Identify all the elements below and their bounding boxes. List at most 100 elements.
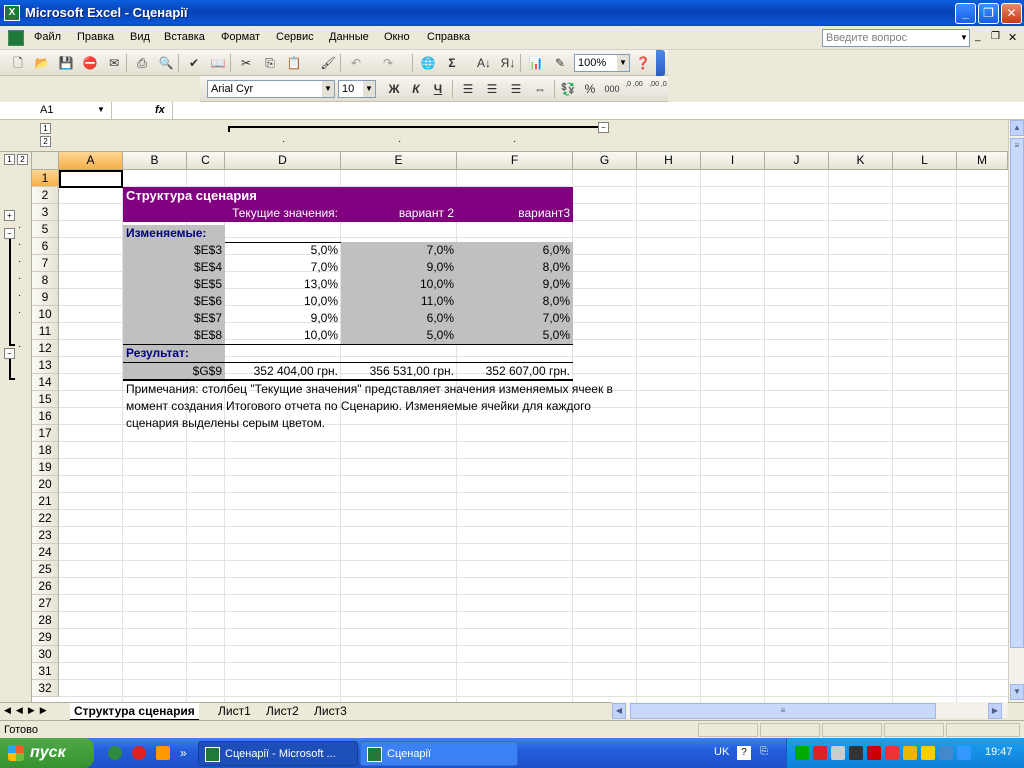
column-header-a[interactable]: A xyxy=(59,152,123,170)
research-icon[interactable]: 📖 xyxy=(208,54,228,72)
autosum-icon[interactable]: Σ xyxy=(442,54,462,72)
row-header-24[interactable]: 24 xyxy=(32,544,59,561)
formula-input[interactable] xyxy=(172,102,1024,120)
menu-format[interactable]: Формат xyxy=(221,31,260,43)
column-header-l[interactable]: L xyxy=(893,152,957,170)
paste-icon[interactable]: 📋 xyxy=(284,54,304,72)
column-header-i[interactable]: I xyxy=(701,152,765,170)
row-header-12[interactable]: 12 xyxy=(32,340,59,357)
email-icon[interactable]: ✉ xyxy=(104,54,124,72)
menu-help[interactable]: Справка xyxy=(427,31,470,43)
copy-icon[interactable]: ⎘ xyxy=(260,54,280,72)
scroll-left-icon[interactable]: ◀ xyxy=(612,703,626,719)
column-header-m[interactable]: M xyxy=(957,152,1008,170)
restore-button[interactable]: ❐ xyxy=(978,3,999,24)
tray-icon[interactable] xyxy=(903,746,917,760)
row-header-8[interactable]: 8 xyxy=(32,272,59,289)
menu-edit[interactable]: Правка xyxy=(77,31,114,43)
language-indicator[interactable]: UK xyxy=(714,746,729,758)
spelling-icon[interactable]: ✔ xyxy=(184,54,204,72)
col-collapse-button[interactable]: − xyxy=(598,122,609,133)
format-painter-icon[interactable]: 🖌 xyxy=(318,54,338,72)
row-header-2[interactable]: 2 xyxy=(32,187,59,204)
row-expand-button[interactable]: + xyxy=(4,210,15,221)
quicklaunch-icon[interactable] xyxy=(156,746,170,760)
select-all-corner[interactable] xyxy=(32,152,59,170)
row-header-30[interactable]: 30 xyxy=(32,646,59,663)
row-header-21[interactable]: 21 xyxy=(32,493,59,510)
row-header-10[interactable]: 10 xyxy=(32,306,59,323)
doc-close-icon[interactable]: ✕ xyxy=(1008,31,1017,44)
column-header-j[interactable]: J xyxy=(765,152,829,170)
scroll-thumb[interactable]: ≡ xyxy=(1010,138,1024,648)
help-icon[interactable]: ❓ xyxy=(633,54,653,72)
tray-icon[interactable] xyxy=(831,746,845,760)
column-header-e[interactable]: E xyxy=(341,152,457,170)
ask-dropdown-icon[interactable]: ▼ xyxy=(958,30,970,46)
italic-button[interactable]: К xyxy=(406,80,426,98)
underline-button[interactable]: Ч xyxy=(428,80,448,98)
column-header-h[interactable]: H xyxy=(637,152,701,170)
quicklaunch-icon[interactable] xyxy=(132,746,146,760)
help-icon[interactable]: ? xyxy=(737,746,751,760)
bold-button[interactable]: Ж xyxy=(384,80,404,98)
merge-center-icon[interactable]: ⇔ xyxy=(530,80,550,98)
vertical-scrollbar[interactable]: ▲ ≡ ▼ xyxy=(1008,120,1024,702)
row-collapse-button[interactable]: − xyxy=(4,228,15,239)
tab-sheet3[interactable]: Лист3 xyxy=(310,703,351,720)
thousands-button[interactable]: 000 xyxy=(602,80,622,98)
scroll-up-icon[interactable]: ▲ xyxy=(1010,120,1024,136)
menu-file[interactable]: Файл xyxy=(34,31,61,43)
insert-function-icon[interactable]: fx xyxy=(155,104,165,116)
quicklaunch-icon[interactable]: ⎘ xyxy=(760,746,774,760)
font-dropdown-icon[interactable]: ▼ xyxy=(322,81,334,97)
start-button[interactable]: пуск xyxy=(0,738,94,768)
row-header-17[interactable]: 17 xyxy=(32,425,59,442)
minimize-button[interactable]: _ xyxy=(955,3,976,24)
row-header-16[interactable]: 16 xyxy=(32,408,59,425)
zoom-combo[interactable]: 100% ▼ xyxy=(574,54,630,72)
row-header-3[interactable]: 3 xyxy=(32,204,59,221)
tray-icon[interactable] xyxy=(813,746,827,760)
font-size-combo[interactable]: 10 ▼ xyxy=(338,80,376,98)
column-header-d[interactable]: D xyxy=(225,152,341,170)
row-header-20[interactable]: 20 xyxy=(32,476,59,493)
undo-icon[interactable]: ↶ xyxy=(346,54,366,72)
row-collapse-button[interactable]: − xyxy=(4,348,15,359)
cut-icon[interactable]: ✂ xyxy=(236,54,256,72)
sort-descending-icon[interactable]: Я↓ xyxy=(498,54,518,72)
percent-button[interactable]: % xyxy=(580,80,600,98)
row-header-15[interactable]: 15 xyxy=(32,391,59,408)
col-outline-level-1[interactable]: 1 xyxy=(40,123,51,134)
ask-question-input[interactable]: Введите вопрос xyxy=(822,29,970,47)
align-right-icon[interactable]: ☰ xyxy=(506,80,526,98)
quicklaunch-more-icon[interactable]: » xyxy=(180,746,187,760)
menu-data[interactable]: Данные xyxy=(329,31,369,43)
row-header-26[interactable]: 26 xyxy=(32,578,59,595)
excel-icon[interactable]: X xyxy=(4,5,20,21)
tray-icon[interactable] xyxy=(957,746,971,760)
column-header-f[interactable]: F xyxy=(457,152,573,170)
scroll-right-icon[interactable]: ▶ xyxy=(988,703,1002,719)
align-left-icon[interactable]: ☰ xyxy=(458,80,478,98)
tab-scroll-icons[interactable]: ◀◀▶▶ xyxy=(4,705,52,716)
column-header-c[interactable]: C xyxy=(187,152,225,170)
column-header-g[interactable]: G xyxy=(573,152,637,170)
name-box[interactable]: A1 xyxy=(0,102,112,120)
menu-window[interactable]: Окно xyxy=(384,31,410,43)
volume-icon[interactable] xyxy=(849,746,863,760)
column-header-k[interactable]: K xyxy=(829,152,893,170)
row-header-19[interactable]: 19 xyxy=(32,459,59,476)
toolbar-options-icon[interactable] xyxy=(656,50,665,76)
permission-icon[interactable]: ⛔ xyxy=(80,54,100,72)
align-center-icon[interactable]: ☰ xyxy=(482,80,502,98)
task-scenario-window[interactable]: Сценарії xyxy=(360,741,518,766)
row-header-13[interactable]: 13 xyxy=(32,357,59,374)
clock[interactable]: 19:47 xyxy=(985,746,1013,758)
row-header-18[interactable]: 18 xyxy=(32,442,59,459)
tab-sheet2[interactable]: Лист2 xyxy=(262,703,303,720)
row-header-29[interactable]: 29 xyxy=(32,629,59,646)
scroll-down-icon[interactable]: ▼ xyxy=(1010,684,1024,700)
doc-restore-icon[interactable]: ❐ xyxy=(991,31,1000,42)
close-button[interactable]: ✕ xyxy=(1001,3,1022,24)
